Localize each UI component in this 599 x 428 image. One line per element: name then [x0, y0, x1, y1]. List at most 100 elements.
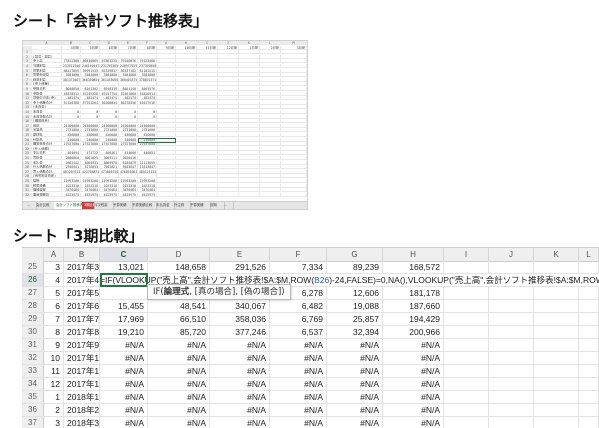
- cell-l[interactable]: [579, 339, 599, 351]
- cell-d[interactable]: #N/A: [148, 339, 210, 351]
- cell-f[interactable]: 6,537: [270, 326, 327, 338]
- cell-f[interactable]: #N/A: [270, 365, 327, 377]
- cell-a[interactable]: 7: [44, 313, 64, 325]
- column-header[interactable]: I: [197, 41, 218, 45]
- cell-i[interactable]: [444, 287, 489, 299]
- cell-d[interactable]: #N/A: [148, 352, 210, 364]
- cell-b[interactable]: 2018年3月: [64, 417, 100, 428]
- cell-b[interactable]: 2017年5月: [64, 287, 100, 299]
- cell-b[interactable]: 2017年10月: [64, 352, 100, 364]
- cell-g[interactable]: 89,239: [327, 261, 383, 273]
- cell-c[interactable]: #N/A: [100, 391, 148, 403]
- cell-f[interactable]: #N/A: [270, 352, 327, 364]
- cell-l[interactable]: [579, 352, 599, 364]
- cell-k[interactable]: [534, 365, 579, 377]
- cell-g[interactable]: 25,857: [327, 313, 383, 325]
- column-header-i[interactable]: I: [444, 248, 489, 261]
- cell-e[interactable]: #N/A: [210, 391, 270, 403]
- cell-i[interactable]: [444, 300, 489, 312]
- cell-i[interactable]: [444, 326, 489, 338]
- column-header-l[interactable]: L: [579, 248, 599, 261]
- row-number[interactable]: 26: [22, 274, 44, 286]
- cell-d[interactable]: #N/A: [148, 365, 210, 377]
- cell-d[interactable]: 48,541: [148, 300, 210, 312]
- cell-e[interactable]: 358,036: [210, 313, 270, 325]
- cell-j[interactable]: [489, 378, 534, 390]
- row-number[interactable]: 29: [22, 313, 44, 325]
- cell-a[interactable]: 11: [44, 365, 64, 377]
- cell-h[interactable]: 187,660: [383, 300, 444, 312]
- cell-c[interactable]: #N/A: [100, 417, 148, 428]
- cell-c[interactable]: 19,210: [100, 326, 148, 338]
- cell-h[interactable]: 168,572: [383, 261, 444, 273]
- column-header-e[interactable]: E: [210, 248, 270, 261]
- column-header-g[interactable]: G: [327, 248, 383, 261]
- cell-c[interactable]: #N/A: [100, 339, 148, 351]
- cell-d[interactable]: 85,720: [148, 326, 210, 338]
- cell-h[interactable]: 200,966: [383, 326, 444, 338]
- cell-b[interactable]: 2018年2月: [64, 404, 100, 416]
- cell-b[interactable]: 2017年3月: [64, 261, 100, 273]
- cell-a[interactable]: 8: [44, 326, 64, 338]
- cell-a[interactable]: 12: [44, 378, 64, 390]
- cell-e[interactable]: #N/A: [210, 404, 270, 416]
- column-header[interactable]: [23, 41, 32, 45]
- cell-i[interactable]: [444, 352, 489, 364]
- cell-g[interactable]: #N/A: [327, 352, 383, 364]
- cell-e[interactable]: #N/A: [210, 417, 270, 428]
- cell-i[interactable]: [444, 339, 489, 351]
- cell-d[interactable]: 148,658: [148, 261, 210, 273]
- column-header[interactable]: L: [260, 41, 281, 45]
- cell-g[interactable]: #N/A: [327, 378, 383, 390]
- selected-cell[interactable]: [138, 137, 176, 143]
- column-header-d[interactable]: D: [148, 248, 210, 261]
- row-number[interactable]: 27: [22, 287, 44, 299]
- cell-l[interactable]: [579, 287, 599, 299]
- cell-l[interactable]: [579, 261, 599, 273]
- cell-f[interactable]: #N/A: [270, 378, 327, 390]
- cell-a[interactable]: 1: [44, 391, 64, 403]
- cell-g[interactable]: #N/A: [327, 339, 383, 351]
- cell-k[interactable]: [534, 287, 579, 299]
- cell-i[interactable]: [444, 391, 489, 403]
- cell-h[interactable]: #N/A: [383, 365, 444, 377]
- cell-c[interactable]: 17,969: [100, 313, 148, 325]
- cell-e[interactable]: #N/A: [210, 378, 270, 390]
- cell-k[interactable]: [534, 417, 579, 428]
- cell-j[interactable]: [489, 300, 534, 312]
- cell-d[interactable]: #N/A: [148, 378, 210, 390]
- column-header-h[interactable]: H: [383, 248, 444, 261]
- cell-b[interactable]: 2017年9月: [64, 339, 100, 351]
- cell-k[interactable]: [534, 261, 579, 273]
- cell-b[interactable]: 2018年1月: [64, 391, 100, 403]
- cell-h[interactable]: #N/A: [383, 378, 444, 390]
- cell-d[interactable]: 66,510: [148, 313, 210, 325]
- cell-f[interactable]: #N/A: [270, 417, 327, 428]
- cell-i[interactable]: [444, 378, 489, 390]
- cell-g[interactable]: #N/A: [327, 365, 383, 377]
- cell-b[interactable]: 2017年11月: [64, 365, 100, 377]
- cell-i[interactable]: [444, 417, 489, 428]
- cell-j[interactable]: [489, 365, 534, 377]
- column-header[interactable]: M: [281, 41, 307, 45]
- cell-e[interactable]: 377,246: [210, 326, 270, 338]
- cell-l[interactable]: [579, 378, 599, 390]
- cell-a[interactable]: 3: [44, 417, 64, 428]
- cell-d[interactable]: #N/A: [148, 404, 210, 416]
- row-number[interactable]: 31: [22, 339, 44, 351]
- cell-b[interactable]: 2017年6月: [64, 300, 100, 312]
- row-number[interactable]: 30: [22, 326, 44, 338]
- cell-e[interactable]: 291,526: [210, 261, 270, 273]
- column-header[interactable]: A: [32, 41, 62, 45]
- cell-k[interactable]: [534, 378, 579, 390]
- cell-d[interactable]: #N/A: [148, 417, 210, 428]
- cell-d[interactable]: #N/A: [148, 391, 210, 403]
- cell-i[interactable]: [444, 261, 489, 273]
- cell-l[interactable]: [579, 417, 599, 428]
- cell-k[interactable]: [534, 326, 579, 338]
- column-header[interactable]: E: [119, 41, 138, 45]
- cell-h[interactable]: 194,429: [383, 313, 444, 325]
- cell-b[interactable]: 2017年12月: [64, 378, 100, 390]
- cell-f[interactable]: #N/A: [270, 339, 327, 351]
- cell-c[interactable]: 13,021: [100, 261, 148, 273]
